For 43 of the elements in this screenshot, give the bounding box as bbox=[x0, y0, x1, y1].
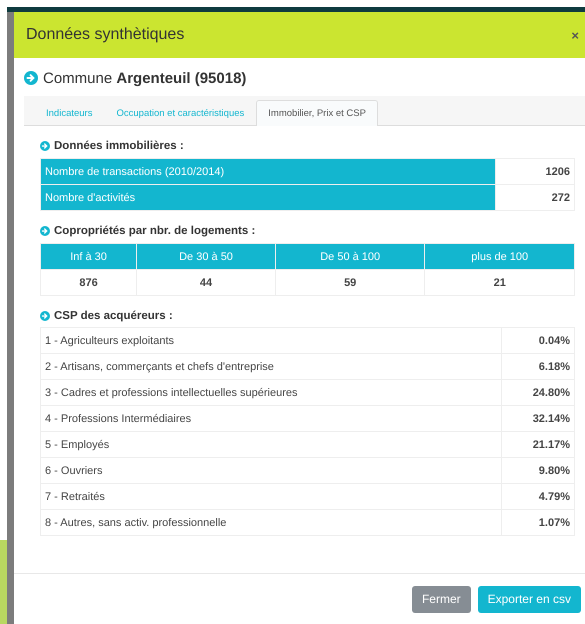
table-cell: 4 - Professions Intermédiaires bbox=[40, 406, 502, 432]
table-cell: 1206 bbox=[496, 158, 574, 184]
column-header: plus de 100 bbox=[424, 244, 574, 270]
table-cell: 59 bbox=[275, 270, 425, 296]
table-cell: 24.80% bbox=[502, 380, 574, 406]
table-cell: 5 - Employés bbox=[40, 432, 502, 458]
arrow-circle-icon bbox=[40, 226, 50, 236]
section-title: Données immobilières : bbox=[54, 140, 184, 152]
row-label: Nombre d'activités bbox=[40, 184, 496, 210]
column-header: De 50 à 100 bbox=[275, 244, 425, 270]
arrow-circle-icon bbox=[40, 141, 50, 151]
table-cell: 272 bbox=[496, 184, 574, 210]
table-cell: 44 bbox=[136, 270, 276, 296]
column-header: De 30 à 50 bbox=[136, 244, 276, 270]
arrow-circle-icon bbox=[40, 311, 50, 321]
footer-button[interactable]: Fermer bbox=[412, 586, 471, 612]
tab[interactable]: Indicateurs bbox=[34, 100, 104, 126]
table-cell: 3 - Cadres et professions intellectuelles supérieures bbox=[40, 380, 502, 406]
table-cell: 21.17% bbox=[502, 432, 574, 458]
table-cell: 6 - Ouvriers bbox=[40, 458, 502, 484]
tab[interactable]: Immobilier, Prix et CSP bbox=[256, 100, 378, 126]
table-cell: 9.80% bbox=[502, 458, 574, 484]
table-cell: 0.04% bbox=[502, 328, 574, 354]
table-cell: 1 - Agriculteurs exploitants bbox=[40, 328, 502, 354]
table-cell: 8 - Autres, sans activ. professionnelle bbox=[40, 510, 502, 536]
table-cell: 6.18% bbox=[502, 354, 574, 380]
table-cell: 876 bbox=[40, 270, 137, 296]
close-button[interactable]: × bbox=[571, 28, 579, 42]
table-cell: 4.79% bbox=[502, 484, 574, 510]
footer-button[interactable]: Exporter en csv bbox=[478, 586, 581, 612]
section-title: Copropriétés par nbr. de logements : bbox=[54, 225, 256, 237]
table-cell: 7 - Retraités bbox=[40, 484, 502, 510]
tab[interactable]: Occupation et caractéristiques bbox=[104, 100, 256, 126]
commune-title: Commune Argenteuil (95018) bbox=[43, 70, 246, 86]
table-cell: 21 bbox=[424, 270, 574, 296]
row-label: Nombre de transactions (2010/2014) bbox=[40, 158, 496, 184]
table-cell: 2 - Artisans, commerçants et chefs d'entreprise bbox=[40, 354, 502, 380]
arrow-circle-icon bbox=[24, 71, 38, 85]
table-cell: 32.14% bbox=[502, 406, 574, 432]
column-header: Inf à 30 bbox=[40, 244, 137, 270]
table-cell: 1.07% bbox=[502, 510, 574, 536]
dialog-title: Données synthètiques bbox=[26, 26, 184, 44]
section-title: CSP des acquéreurs : bbox=[54, 310, 173, 322]
